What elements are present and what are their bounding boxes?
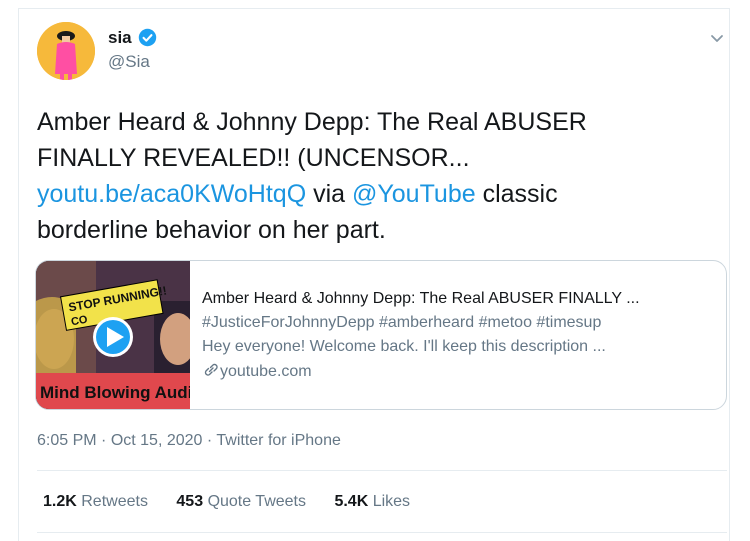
- tweet-metadata: 6:05 PM · Oct 15, 2020 · Twitter for iPh…: [37, 432, 341, 450]
- verified-badge-icon: [138, 28, 157, 47]
- likes-label: Likes: [372, 493, 411, 510]
- avatar[interactable]: [37, 22, 95, 80]
- thumbnail-caption: Mind Blowing Audio: [40, 383, 190, 402]
- card-tags: #JusticeForJohnnyDepp #amberheard #metoo…: [202, 314, 602, 331]
- author-handle[interactable]: @Sia: [108, 52, 150, 72]
- tweet-text-line4: borderline behavior on her part.: [37, 216, 386, 244]
- likes-stat[interactable]: 5.4K Likes: [334, 493, 410, 510]
- card-domain-text: youtube.com: [220, 363, 312, 380]
- card-body: Amber Heard & Johnny Depp: The Real ABUS…: [202, 287, 717, 385]
- retweets-stat[interactable]: 1.2K Retweets: [43, 493, 148, 510]
- card-title: Amber Heard & Johnny Depp: The Real ABUS…: [202, 290, 640, 307]
- divider: [37, 470, 727, 471]
- author-name[interactable]: sia: [108, 28, 132, 48]
- quote-tweets-stat[interactable]: 453 Quote Tweets: [176, 493, 306, 510]
- video-thumbnail[interactable]: STOP RUNNING!! CO Mind Blowing Audio: [36, 261, 190, 409]
- engagement-stats: 1.2K Retweets 453 Quote Tweets 5.4K Like…: [43, 493, 434, 511]
- likes-count: 5.4K: [334, 493, 369, 510]
- thumbnail-image: STOP RUNNING!! CO Mind Blowing Audio: [36, 261, 190, 409]
- card-description: Hey everyone! Welcome back. I'll keep th…: [202, 338, 606, 355]
- quotes-label: Quote Tweets: [207, 493, 306, 510]
- meta-separator-2: ·: [202, 432, 217, 449]
- tweet-text-line3: youtu.be/aca0KWoHtqQ via @YouTube classi…: [37, 176, 697, 212]
- chevron-down-icon[interactable]: [709, 30, 725, 46]
- tweet-date[interactable]: Oct 15, 2020: [111, 432, 203, 449]
- link-preview-card[interactable]: STOP RUNNING!! CO Mind Blowing Audio Amb…: [35, 260, 727, 410]
- retweets-label: Retweets: [81, 493, 148, 510]
- tweet-text: Amber Heard & Johnny Depp: The Real ABUS…: [37, 104, 697, 248]
- avatar-image: [37, 22, 95, 80]
- divider-bottom: [37, 532, 727, 533]
- tweet-text-line2: FINALLY REVEALED!! (UNCENSOR...: [37, 144, 470, 172]
- tweet-text-after-mention: classic: [475, 180, 558, 208]
- card-domain: youtube.com: [202, 359, 717, 385]
- tweet-link[interactable]: youtu.be/aca0KWoHtqQ: [37, 180, 306, 208]
- meta-separator: ·: [96, 432, 111, 449]
- tweet-time[interactable]: 6:05 PM: [37, 432, 97, 449]
- quotes-count: 453: [176, 493, 204, 510]
- retweets-count: 1.2K: [43, 493, 77, 510]
- mention-youtube[interactable]: @YouTube: [352, 180, 476, 208]
- tweet-source[interactable]: Twitter for iPhone: [216, 432, 341, 449]
- link-icon: [204, 363, 218, 376]
- via-text: via: [306, 180, 352, 208]
- tweet-text-line1: Amber Heard & Johnny Depp: The Real ABUS…: [37, 108, 587, 136]
